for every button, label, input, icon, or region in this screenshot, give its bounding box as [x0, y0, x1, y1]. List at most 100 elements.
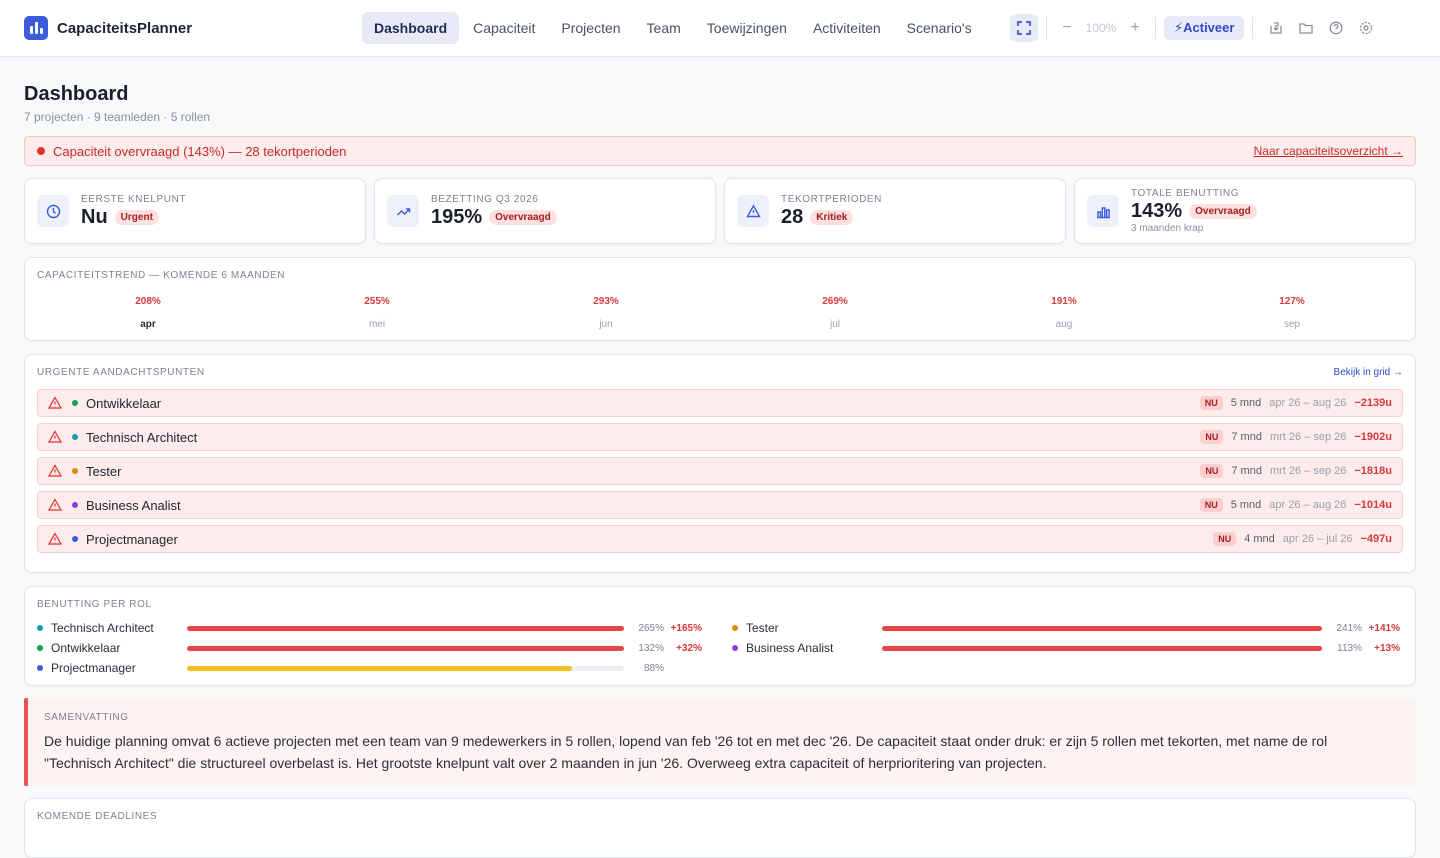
- utilization-bar-fill: [882, 645, 1322, 651]
- expand-icon[interactable]: [1010, 14, 1038, 42]
- trend-month[interactable]: 191% aug: [1004, 296, 1124, 330]
- urgent-item-row[interactable]: Tester NU 7 mnd mrt 26 – sep 26 −1818u: [37, 457, 1403, 485]
- warning-icon: [48, 531, 64, 547]
- zoom-out-button[interactable]: −: [1055, 14, 1079, 42]
- kpi-shortage-periods: Tekortperioden 28 Kritiek: [724, 178, 1066, 244]
- role-color-dot: [72, 502, 78, 508]
- now-badge: NU: [1200, 464, 1224, 478]
- main-nav: Dashboard Capaciteit Projecten Team Toew…: [362, 12, 986, 44]
- role-color-dot: [37, 625, 43, 631]
- role-color-dot: [72, 468, 78, 474]
- download-icon[interactable]: [1261, 14, 1291, 42]
- summary-panel: Samenvatting De huidige planning omvat 6…: [24, 698, 1416, 786]
- urgent-item-row[interactable]: Ontwikkelaar NU 5 mnd apr 26 – aug 26 −2139u: [37, 389, 1403, 417]
- alert-text: Capaciteit overvraagd (143%) — 28 tekort…: [53, 143, 347, 159]
- role-name: Projectmanager: [51, 661, 136, 675]
- nav-toewijzingen[interactable]: Toewijzingen: [695, 12, 799, 44]
- bar-chart-icon: [1087, 195, 1119, 227]
- hour-deficit: −1902u: [1354, 431, 1392, 443]
- nav-scenarios[interactable]: Scenario's: [895, 12, 984, 44]
- trend-month-label: aug: [1055, 319, 1073, 330]
- toolbar: − 100% + ⚡Activeer: [1010, 14, 1381, 42]
- role-utilization-row[interactable]: Business Analist 113% +13%: [732, 639, 1400, 657]
- role-utilization-row[interactable]: Technisch Architect 265% +165%: [37, 619, 702, 637]
- trend-month[interactable]: 208% apr: [88, 296, 208, 330]
- trend-month[interactable]: 255% mei: [317, 296, 437, 330]
- alert-dot-icon: [37, 147, 45, 155]
- page-subtitle: 7 projecten · 9 teamleden · 5 rollen: [24, 110, 211, 124]
- zoom-level: 100%: [1085, 21, 1117, 35]
- urgent-item-row[interactable]: Technisch Architect NU 7 mnd mrt 26 – sep 2…: [37, 423, 1403, 451]
- warning-icon: [48, 497, 64, 513]
- utilization-bar-fill: [187, 645, 624, 651]
- role-color-dot: [37, 645, 43, 651]
- kpi-label: Eerste knelpunt: [81, 193, 187, 205]
- role-color-dot: [732, 645, 738, 651]
- warning-icon: [48, 463, 64, 479]
- nav-projecten[interactable]: Projecten: [549, 12, 632, 44]
- warning-icon: [48, 429, 64, 445]
- now-badge: NU: [1199, 396, 1223, 410]
- utilization-bar: [882, 645, 1322, 651]
- role-name: Technisch Architect: [51, 621, 154, 635]
- trending-up-icon: [387, 195, 419, 227]
- kpi-value: Nu: [81, 205, 108, 228]
- role-name: Projectmanager: [86, 531, 178, 547]
- role-name: Technisch Architect: [86, 429, 198, 445]
- nav-activiteiten[interactable]: Activiteiten: [801, 12, 893, 44]
- activate-button[interactable]: ⚡Activeer: [1164, 16, 1245, 40]
- kpi-label: Tekortperioden: [781, 193, 883, 205]
- summary-text: De huidige planning omvat 6 actieve proj…: [44, 733, 1328, 771]
- utilization-bar: [187, 645, 624, 651]
- view-in-grid-link[interactable]: Bekijk in grid →: [1334, 367, 1403, 378]
- kpi-label: Totale benutting: [1131, 188, 1240, 199]
- role-name: Business Analist: [86, 497, 181, 513]
- status-badge: Overvraagd: [489, 209, 557, 225]
- role-color-dot: [72, 434, 78, 440]
- capacity-overview-link[interactable]: Naar capaciteitsoverzicht →: [1254, 144, 1403, 158]
- now-badge: NU: [1213, 532, 1237, 546]
- folder-icon[interactable]: [1291, 14, 1321, 42]
- nav-capaciteit[interactable]: Capaciteit: [461, 12, 547, 44]
- shortage-period: apr 26 – aug 26: [1269, 397, 1347, 409]
- brand[interactable]: CapaciteitsPlanner: [24, 16, 192, 40]
- status-badge: Kritiek: [810, 209, 854, 225]
- urgent-item-row[interactable]: Projectmanager NU 4 mnd apr 26 – jul 26 −497…: [37, 525, 1403, 553]
- role-utilization-row[interactable]: Ontwikkelaar 132% +32%: [37, 639, 702, 657]
- nav-dashboard[interactable]: Dashboard: [362, 12, 460, 44]
- trend-month-label: apr: [140, 319, 156, 330]
- utilization-bar-fill: [187, 665, 572, 671]
- card-title: Benutting per rol: [37, 599, 152, 610]
- hour-deficit: −1818u: [1354, 465, 1392, 477]
- role-utilization-row[interactable]: Tester 241% +141%: [732, 619, 1400, 637]
- card-title: Komende deadlines: [37, 811, 158, 822]
- help-icon[interactable]: [1321, 14, 1351, 42]
- role-utilization-row[interactable]: Projectmanager 88%: [37, 659, 702, 677]
- trend-month-label: jul: [829, 319, 840, 330]
- utilization-excess: +32%: [676, 642, 702, 654]
- trend-month[interactable]: 293% jun: [546, 296, 666, 330]
- app-name: CapaciteitsPlanner: [57, 19, 193, 37]
- role-color-dot: [72, 400, 78, 406]
- zoom-in-button[interactable]: +: [1123, 14, 1147, 42]
- nav-team[interactable]: Team: [635, 12, 693, 44]
- kpi-occupancy-q3: Bezetting Q3 2026 195% Overvraagd: [374, 178, 716, 244]
- utilization-percentage: 113%: [1337, 642, 1362, 654]
- status-badge: Overvraagd: [1189, 204, 1257, 219]
- divider: [1155, 17, 1156, 39]
- utilization-percentage: 88%: [643, 662, 664, 674]
- settings-icon[interactable]: [1351, 14, 1381, 42]
- trend-month[interactable]: 127% sep: [1232, 296, 1352, 330]
- trend-percentage: 127%: [1279, 296, 1305, 307]
- role-color-dot: [37, 665, 43, 671]
- utilization-bar-fill: [187, 625, 624, 631]
- role-name: Tester: [746, 621, 779, 635]
- trend-month[interactable]: 269% jul: [775, 296, 895, 330]
- upcoming-deadlines-card: Komende deadlines: [24, 798, 1416, 858]
- kpi-note: 3 maanden krap: [1131, 223, 1204, 234]
- urgent-item-row[interactable]: Business Analist NU 5 mnd apr 26 – aug 26 −1…: [37, 491, 1403, 519]
- divider: [1252, 17, 1254, 39]
- divider: [1046, 17, 1047, 39]
- trend-percentage: 255%: [364, 296, 390, 307]
- role-color-dot: [72, 536, 78, 542]
